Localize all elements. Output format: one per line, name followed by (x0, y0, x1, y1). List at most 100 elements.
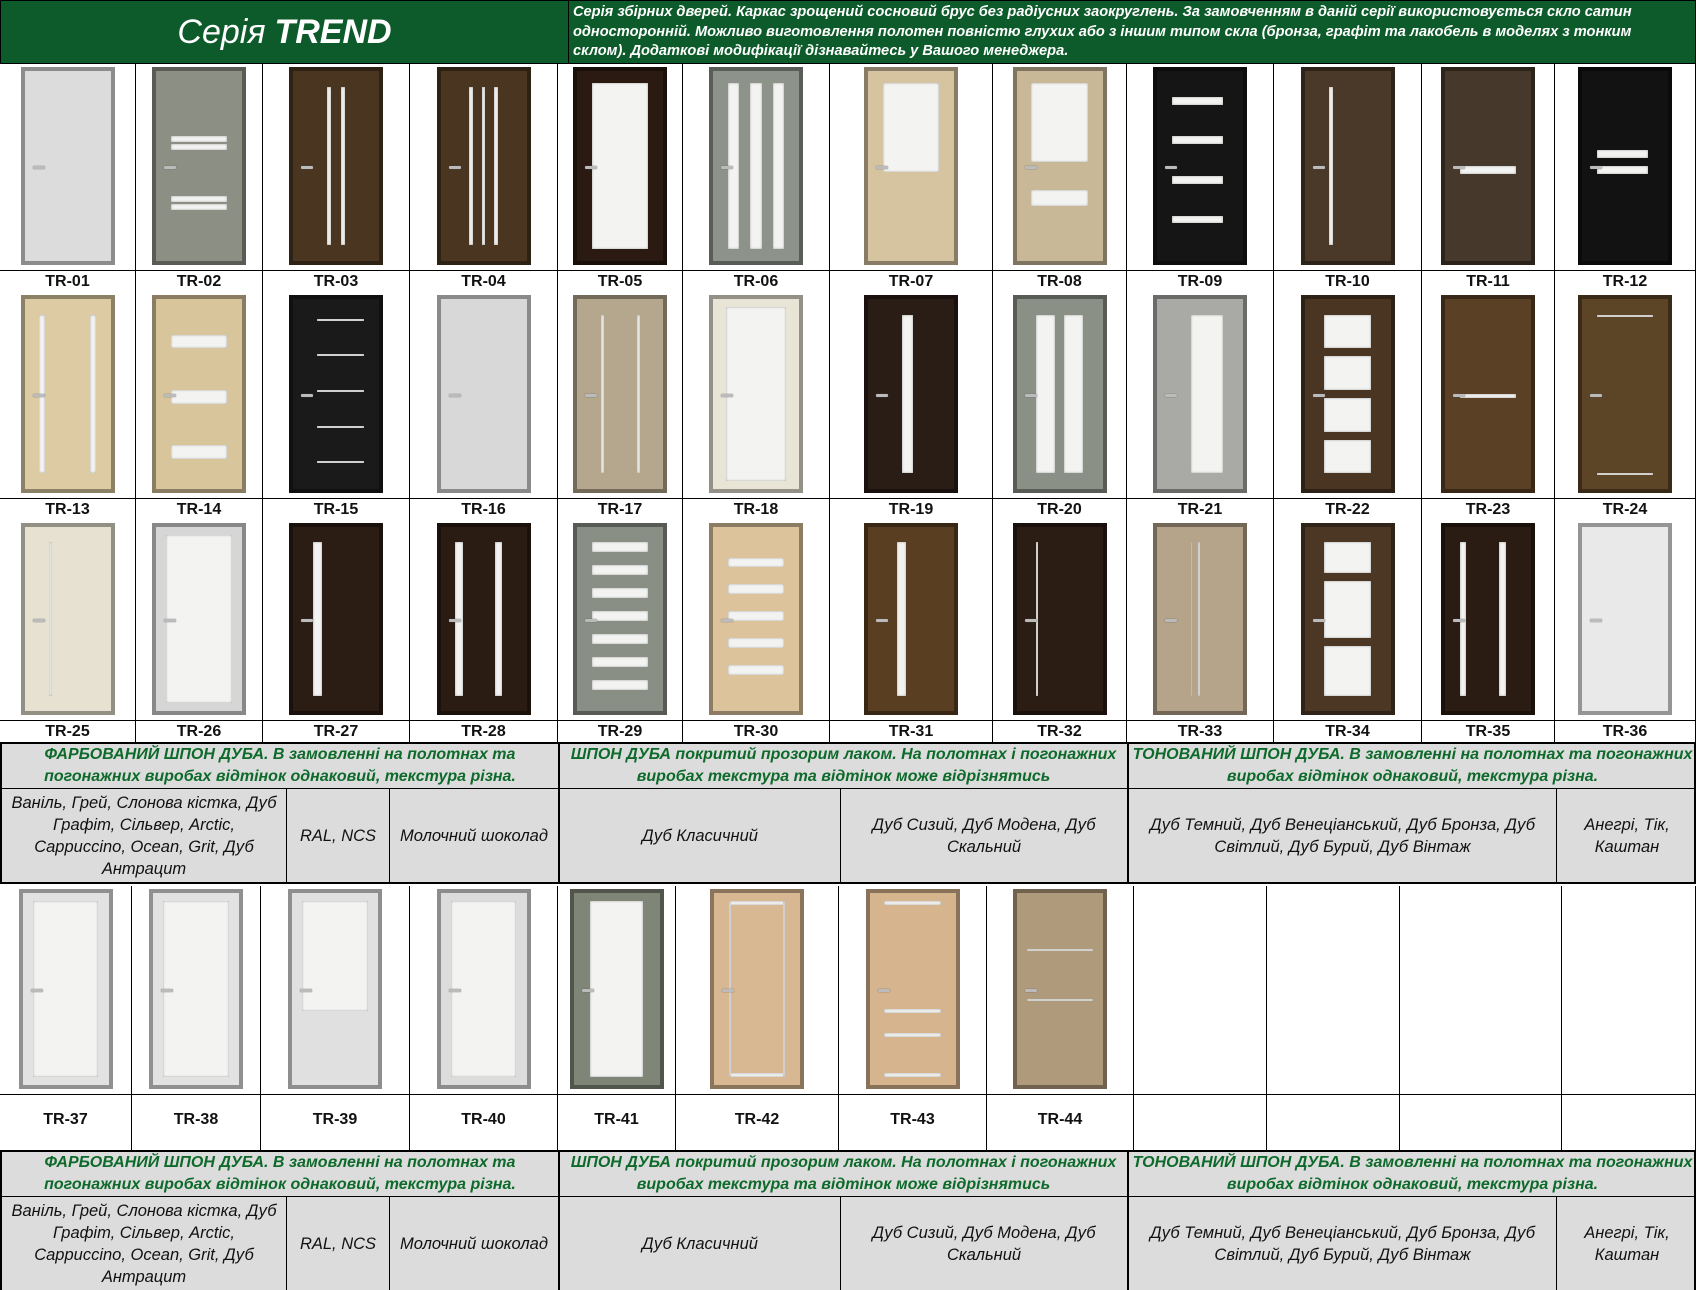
door-glass-insert (590, 901, 643, 1077)
door-glass-insert (884, 901, 941, 905)
door-image (261, 886, 409, 1094)
door-card: TR-02 (136, 64, 263, 292)
door-image (263, 520, 409, 720)
door-card: TR-40 (410, 886, 558, 1150)
door-glass-insert (90, 314, 96, 474)
door-glass-insert (170, 445, 228, 460)
door-model-code: TR-20 (993, 498, 1126, 520)
door-leaf (1441, 295, 1535, 493)
legend-header: ТОНОВАНИЙ ШПОН ДУБА. В замовленні на пол… (1129, 744, 1696, 788)
door-glass-insert (317, 354, 365, 357)
door-card: TR-37 (0, 886, 132, 1150)
door-handle-icon (1312, 619, 1325, 622)
door-card: TR-27 (263, 520, 410, 742)
door-handle-icon (32, 394, 45, 397)
door-leaf (1441, 523, 1535, 715)
door-handle-icon (1165, 394, 1177, 397)
door-model-code: TR-12 (1555, 270, 1695, 292)
door-handle-icon (1024, 394, 1037, 397)
legend-finish-list: Анегрі, Тік, Каштан (1557, 788, 1696, 882)
door-image (263, 292, 409, 498)
door-image (683, 520, 829, 720)
door-glass-insert (1031, 82, 1088, 163)
door-glass-insert (1027, 999, 1093, 1001)
door-glass-insert (591, 611, 649, 621)
door-row: TR-13 TR-14 TR-15 TR-16 TR-17 TR-18 TR-19 TR-20… (0, 292, 1696, 520)
legend-finish-list: Дуб Сизий, Дуб Модена, Дуб Скальний (841, 1196, 1129, 1290)
door-model-code: TR-21 (1127, 498, 1273, 520)
door-glass-insert (170, 203, 228, 210)
door-glass-insert (1171, 215, 1224, 224)
door-leaf (864, 67, 958, 265)
door-glass-insert (493, 86, 498, 246)
door-leaf (569, 889, 664, 1089)
door-glass-insert (727, 611, 785, 621)
door-leaf (436, 67, 531, 265)
door-glass-insert (481, 86, 486, 246)
door-card: TR-36 (1555, 520, 1696, 742)
door-handle-icon (585, 394, 597, 397)
door-model-code: TR-33 (1127, 720, 1273, 742)
door-handle-icon (164, 619, 176, 622)
door-image (410, 520, 557, 720)
door-image (0, 886, 131, 1094)
door-model-code: TR-07 (830, 270, 992, 292)
door-leaf (864, 295, 958, 493)
door-card: TR-21 (1127, 292, 1274, 520)
door-model-code: TR-19 (830, 498, 992, 520)
door-card (1267, 886, 1400, 1150)
door-model-code: TR-31 (830, 720, 992, 742)
door-handle-icon (161, 989, 173, 992)
door-glass-insert (901, 314, 913, 474)
door-handle-icon (877, 989, 890, 992)
door-glass-insert (1171, 175, 1224, 184)
door-glass-insert (750, 82, 762, 250)
door-model-code: TR-09 (1127, 270, 1273, 292)
door-card: TR-09 (1127, 64, 1274, 292)
door-glass-insert (1324, 314, 1371, 349)
door-model-code: TR-08 (993, 270, 1126, 292)
door-leaf (1153, 523, 1247, 715)
door-model-code: TR-11 (1422, 270, 1554, 292)
door-image (0, 292, 135, 498)
door-glass-insert (317, 318, 365, 321)
door-model-code: TR-26 (136, 720, 262, 742)
door-image (683, 64, 829, 270)
door-image (839, 886, 986, 1094)
door-handle-icon (301, 394, 313, 397)
door-card: TR-43 (839, 886, 987, 1150)
door-image (263, 64, 409, 270)
door-handle-icon (300, 989, 312, 992)
door-image (683, 292, 829, 498)
door-glass-insert (783, 901, 786, 1077)
door-image (1422, 520, 1554, 720)
door-glass-insert (302, 901, 368, 1011)
door-image (676, 886, 838, 1094)
door-handle-icon (448, 989, 461, 992)
door-glass-insert (1324, 439, 1371, 474)
door-leaf (1012, 523, 1107, 715)
door-glass-insert (884, 1009, 941, 1013)
door-glass-insert (1328, 86, 1334, 246)
door-image (558, 886, 675, 1094)
door-handle-icon (1453, 619, 1465, 622)
door-card: TR-25 (0, 520, 136, 742)
door-leaf (709, 67, 803, 265)
door-card: TR-22 (1274, 292, 1422, 520)
door-image (136, 64, 262, 270)
door-glass-insert (317, 425, 365, 428)
door-image (1555, 64, 1695, 270)
door-glass-insert (1190, 314, 1224, 474)
door-handle-icon (876, 166, 888, 169)
door-glass-insert (884, 1033, 941, 1037)
door-card: TR-04 (410, 64, 558, 292)
door-leaf (573, 295, 667, 493)
door-glass-insert (772, 82, 785, 250)
door-handle-icon (876, 619, 888, 622)
door-card: TR-35 (1422, 520, 1555, 742)
door-card: TR-18 (683, 292, 830, 520)
door-leaf (18, 889, 113, 1089)
door-model-code: TR-25 (0, 720, 135, 742)
legend-finish-list: Ваніль, Грей, Слонова кістка, Дуб Графіт… (2, 1196, 287, 1290)
door-card: TR-38 (132, 886, 261, 1150)
